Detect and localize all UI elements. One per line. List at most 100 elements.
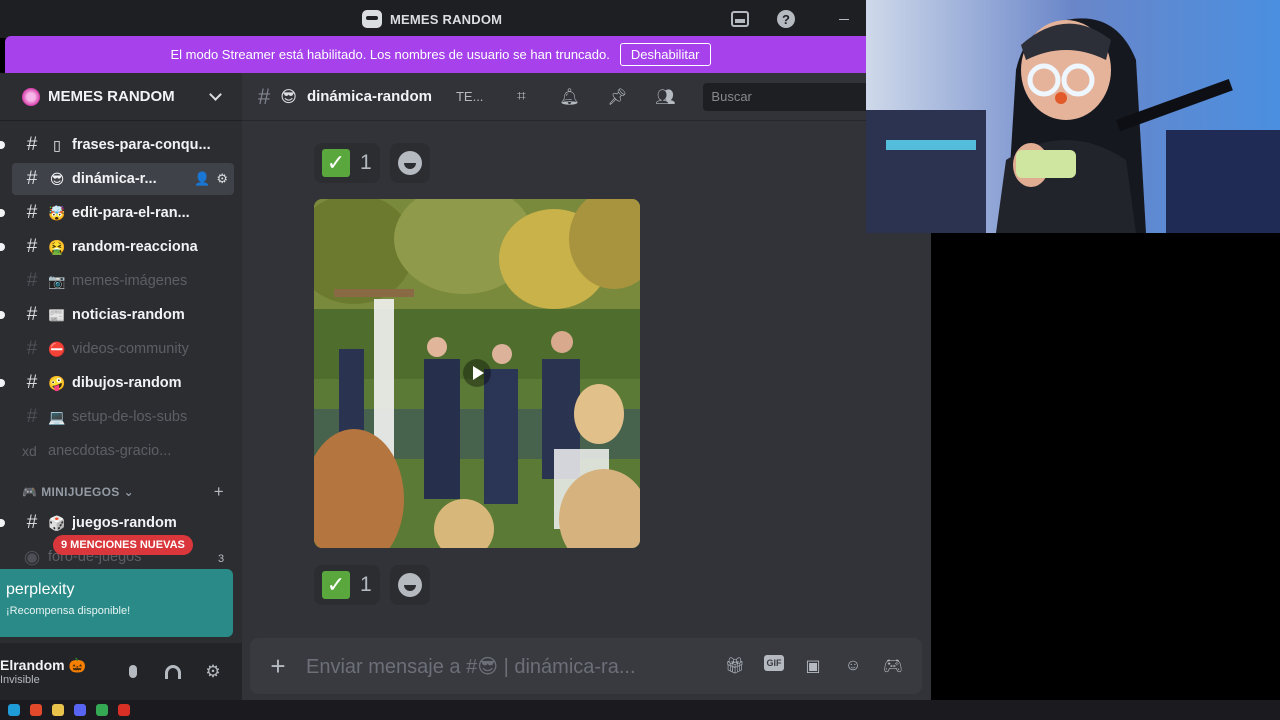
channel-label: anecdotas-gracio... (48, 443, 172, 459)
sticker-icon[interactable]: ▣ (802, 655, 824, 677)
emoji-icon[interactable]: ☺ (842, 655, 864, 677)
hash-icon: # (26, 236, 38, 257)
forum-badge: 3 (218, 553, 225, 565)
microphone-icon[interactable] (122, 661, 144, 683)
channel-videos-community[interactable]: # ⛔ videos-community (12, 333, 234, 365)
streamer-mode-banner: El modo Streamer está habilitado. Los no… (5, 36, 866, 73)
unread-dot (0, 243, 5, 251)
reaction-check[interactable]: ✓ 1 (314, 565, 380, 605)
user-name: Elrandom 🎃 (0, 657, 86, 673)
channel-label: noticias-random (72, 307, 185, 323)
reaction-check[interactable]: ✓ 1 (314, 143, 380, 183)
add-reaction-button[interactable] (389, 565, 430, 605)
message-composer[interactable]: + Enviar mensaje a #😎 | dinámica-ra... 🎁… (250, 638, 922, 694)
unread-dot (0, 209, 5, 217)
gear-icon[interactable]: ⚙ (216, 171, 228, 187)
channel-dinamica[interactable]: # 😎 dinámica-r... 👤 ⚙ (12, 163, 234, 195)
user-info[interactable]: Elrandom 🎃 Invisible (0, 657, 122, 686)
chat-header: # 😎 dinámica-random TE... ⌗ 🔔︎ 📌︎ 👥︎ Bus… (242, 73, 931, 121)
message-input[interactable]: Enviar mensaje a #😎 | dinámica-ra... (306, 654, 724, 679)
edge-icon[interactable] (8, 704, 20, 716)
channel-emoji: ▯ (53, 136, 61, 153)
unread-dot (0, 519, 5, 527)
promo-card[interactable]: perplexity ¡Recompensa disponible! (0, 569, 233, 637)
channel-dibujos[interactable]: # 🤪 dibujos-random (0, 367, 234, 399)
inbox-icon[interactable] (730, 9, 750, 29)
channel-frases[interactable]: # ▯ frases-para-conqu... (0, 129, 234, 161)
channel-list: # ▯ frases-para-conqu... # 😎 dinámica-r.… (0, 121, 242, 573)
hash-icon: # (26, 372, 38, 393)
channel-setup[interactable]: # 💻 setup-de-los-subs (12, 401, 234, 433)
category-minijuegos[interactable]: 🎮 MINIJUEGOS ⌄ + (0, 479, 242, 505)
new-mentions-pill[interactable]: 9 MENCIONES NUEVAS (53, 535, 193, 555)
gift-icon[interactable]: 🎁︎ (724, 655, 746, 677)
hash-icon: # (26, 202, 38, 223)
gif-icon[interactable]: GIF (764, 655, 784, 671)
channel-label: memes-imágenes (72, 273, 188, 289)
hash-icon: # (26, 512, 38, 533)
hash-icon: # (26, 338, 38, 359)
reaction-row: ✓ 1 (314, 565, 430, 605)
channel-label: frases-para-conqu... (72, 137, 211, 153)
bell-icon[interactable]: 🔔︎ (559, 87, 579, 107)
add-reaction-button[interactable] (389, 143, 430, 183)
channel-anecdotas[interactable]: xd anecdotas-gracio... (12, 435, 234, 467)
unread-dot (0, 311, 5, 319)
chevron-down-icon (209, 87, 222, 101)
channel-label: setup-de-los-subs (72, 409, 188, 425)
channel-noticias[interactable]: # 📰 noticias-random (0, 299, 234, 331)
hash-icon: # (26, 134, 38, 155)
discord-logo-icon (362, 10, 382, 28)
channel-emoji: 🤪 (48, 374, 66, 391)
user-status: Invisible (0, 674, 40, 686)
channel-edit[interactable]: # 🤯 edit-para-el-ran... (0, 197, 234, 229)
channel-emoji: 💻 (48, 408, 66, 425)
threads-icon[interactable]: ⌗ (511, 87, 531, 107)
add-channel-icon[interactable]: + (214, 482, 224, 502)
chrome-icon[interactable] (96, 704, 108, 716)
discord-icon[interactable] (74, 704, 86, 716)
promo-subtitle: ¡Recompensa disponible! (6, 605, 131, 617)
channel-emoji: ⛔ (48, 340, 66, 357)
play-icon[interactable] (463, 359, 491, 387)
unread-dot (0, 141, 5, 149)
app-icon[interactable] (118, 704, 130, 716)
channel-label: dinámica-r... (72, 171, 157, 187)
gear-icon[interactable]: ⚙ (202, 661, 224, 683)
invite-member-icon[interactable]: 👤 (194, 171, 210, 187)
server-name: MEMES RANDOM (48, 88, 175, 105)
unread-dot (0, 379, 5, 387)
server-header[interactable]: MEMES RANDOM (0, 73, 242, 121)
hash-icon: # (26, 168, 38, 189)
smile-icon (397, 151, 422, 175)
channel-label: dibujos-random (72, 375, 182, 391)
channel-emoji: 🤮 (48, 238, 66, 255)
brave-icon[interactable] (30, 704, 42, 716)
disable-streamer-button[interactable]: Deshabilitar (619, 43, 711, 66)
channel-topic[interactable]: TE... (456, 89, 483, 104)
channel-prefix: xd (22, 443, 37, 459)
folder-icon[interactable] (52, 704, 64, 716)
gamepad-icon[interactable]: 🎮︎ (882, 655, 904, 677)
channel-emoji: 📰 (48, 306, 66, 323)
channel-memes-imagenes[interactable]: # 📷 memes-imágenes (12, 265, 234, 297)
channel-name: dinámica-random (306, 88, 432, 105)
help-icon[interactable]: ? (776, 9, 796, 29)
channel-emoji: 🎲 (48, 514, 66, 531)
chevron-down-icon: ⌄ (123, 485, 134, 499)
headset-icon[interactable] (162, 661, 184, 683)
smile-icon (397, 573, 422, 597)
members-icon[interactable]: 👥︎ (655, 87, 675, 107)
taskbar (0, 700, 1280, 720)
server-icon (22, 87, 40, 106)
webcam-overlay (866, 0, 1280, 233)
add-attachment-icon[interactable]: + (250, 651, 306, 682)
channel-random-reacciona[interactable]: # 🤮 random-reacciona (0, 231, 234, 263)
video-attachment[interactable] (314, 199, 640, 548)
user-panel: Elrandom 🎃 Invisible ⚙ (0, 643, 242, 700)
channel-sidebar: MEMES RANDOM # ▯ frases-para-conqu... # … (0, 73, 242, 700)
hash-icon: # (26, 270, 38, 291)
pin-icon[interactable]: 📌︎ (607, 87, 627, 107)
minimize-button[interactable] (834, 9, 854, 29)
app-title: MEMES RANDOM (362, 10, 502, 28)
